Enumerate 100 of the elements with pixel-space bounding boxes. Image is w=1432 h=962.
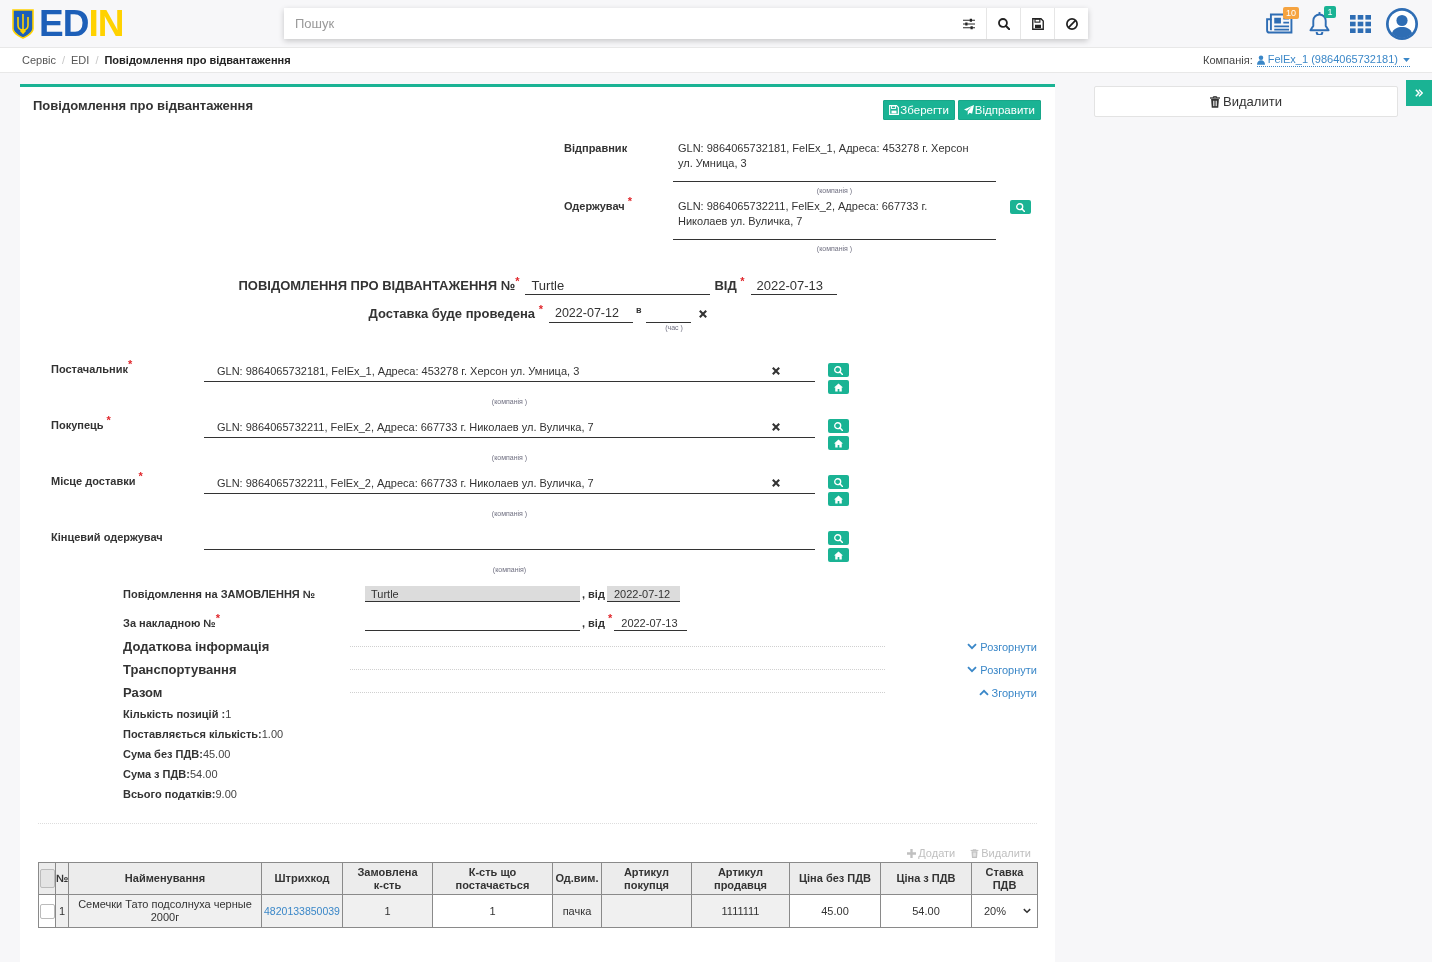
field-label: Кінцевий одержувач: [51, 530, 164, 545]
close-icon[interactable]: [772, 478, 780, 487]
barcode-link[interactable]: 4820133850039: [264, 904, 340, 917]
document-title: Повідомлення про відвантаження: [33, 98, 253, 114]
field-label: Повідомлення на ЗАМОВЛЕННЯ №: [123, 588, 317, 600]
close-icon[interactable]: [698, 309, 707, 318]
search-button[interactable]: [986, 8, 1020, 39]
company-label: Компанія:: [1203, 54, 1253, 66]
column-header: Ставка ПДВ: [971, 862, 1038, 895]
caret-icon: [1403, 57, 1410, 62]
party-field[interactable]: GLN: 9864065732211, FelEx_2, Адреса: 667733 г. Николаев ул. Вуличка, 7: [204, 416, 815, 438]
breadcrumb-link[interactable]: EDI: [71, 54, 90, 66]
column-header: Замовлена к-сть: [342, 862, 433, 895]
save-button[interactable]: [1020, 8, 1054, 39]
logo-text[interactable]: EDIN: [39, 7, 124, 40]
total-value: 9.00: [215, 788, 237, 800]
table-cell: пачка: [552, 894, 602, 928]
chevron-down-icon: [967, 643, 978, 650]
close-icon[interactable]: [772, 366, 780, 375]
checkbox[interactable]: [39, 903, 55, 919]
table-cell: 1111111: [691, 894, 790, 928]
party-field[interactable]: GLN: 9864065732181, FelEx_1, Адреса: 453278 г. Херсон ул. Умница, 3: [204, 360, 815, 382]
expand-link[interactable]: Розгорнути: [967, 640, 1037, 653]
search-icon: [834, 533, 843, 543]
section-title: Додаткова інформація: [123, 639, 271, 654]
home-button[interactable]: [828, 492, 849, 506]
double-chevron-icon: [1415, 89, 1423, 97]
section-title: Транспортування: [123, 662, 238, 677]
search-icon: [834, 421, 843, 431]
chevron-down-icon: [1023, 908, 1031, 914]
column-header: Од.вим.: [552, 862, 602, 895]
party-field[interactable]: GLN: 9864065732211, FelEx_2, Адреса: 667733 г. Николаев ул. Вуличка, 7: [673, 199, 996, 240]
total-value: 54.00: [189, 768, 218, 780]
cancel-button[interactable]: [1054, 8, 1088, 39]
table-cell: 1: [432, 894, 553, 928]
column-header: Артикул покупця: [601, 862, 692, 895]
chevron-up-icon: [978, 689, 989, 696]
chevron-down-icon: [967, 666, 978, 673]
date-field[interactable]: 2022-07-13: [750, 276, 837, 295]
column-header: Штрихкод: [261, 862, 343, 895]
breadcrumb-separator: /: [60, 54, 67, 66]
time-label: в: [635, 304, 642, 316]
grid-icon[interactable]: [1350, 14, 1371, 33]
total-label: Поставляється кількість:: [123, 728, 262, 740]
delivery-label: Доставка буде проведена $^{*}$: [368, 304, 543, 323]
field-label: Відправник: [564, 141, 629, 156]
company-selector[interactable]: FelEx_1 (9864065732181): [1256, 53, 1410, 67]
date-field[interactable]: 2022-07-13: [614, 615, 688, 631]
total-label: Всього податків:: [123, 788, 216, 800]
search-icon: [834, 365, 843, 375]
panel-toggle-button[interactable]: [1406, 80, 1432, 106]
checkbox[interactable]: [39, 869, 55, 888]
sliders-icon: [963, 17, 975, 30]
document-number-field[interactable]: Turtle: [525, 276, 711, 295]
trident-shield-icon: [12, 8, 34, 39]
expand-link[interactable]: Розгорнути: [967, 663, 1037, 676]
date-label: ВІД $^{*}$: [714, 277, 745, 295]
collapse-link[interactable]: Згорнути: [978, 686, 1037, 699]
user-icon: [1256, 54, 1265, 65]
table-cell: 45.00: [789, 894, 881, 928]
section-title: Разом: [123, 685, 164, 700]
delete-button[interactable]: Видалити: [1094, 86, 1398, 117]
total-label: Сума без ПДВ:: [123, 748, 203, 760]
date-field[interactable]: 2022-07-12: [548, 304, 633, 323]
document-number-label: ПОВІДОМЛЕННЯ ПРО ВІДВАНТАЖЕННЯ №$^{*}$: [238, 277, 520, 295]
home-button[interactable]: [828, 436, 849, 450]
column-header: Ціна з ПДВ: [880, 862, 972, 895]
column-header: Найменування: [68, 862, 262, 895]
party-field: GLN: 9864065732181, FelEx_1, Адреса: 453278 г. Херсон ул. Умница, 3: [673, 141, 996, 182]
trash-icon: [970, 848, 980, 858]
home-button[interactable]: [828, 548, 849, 562]
party-field[interactable]: GLN: 9864065732211, FelEx_2, Адреса: 667733 г. Николаев ул. Вуличка, 7: [204, 472, 815, 494]
breadcrumb-link[interactable]: Сервіс: [22, 54, 56, 66]
total-value: 1.00: [261, 728, 284, 740]
total-value: 1: [225, 708, 232, 720]
bell-icon: [1309, 12, 1330, 35]
close-icon[interactable]: [772, 422, 780, 431]
search-icon: [1016, 202, 1025, 212]
filter-button[interactable]: [952, 8, 986, 39]
table-cell: 1: [342, 894, 433, 928]
total-label: Кількість позицій :: [123, 708, 226, 720]
home-icon: [834, 438, 843, 448]
home-icon: [834, 382, 843, 392]
total-value: 45.00: [202, 748, 231, 760]
column-header: К-сть що постачається: [432, 862, 553, 895]
vat-select[interactable]: 20%: [974, 904, 1035, 918]
home-button[interactable]: [828, 380, 849, 394]
ban-icon: [1065, 17, 1078, 30]
column-header: Артикул продавця: [691, 862, 790, 895]
breadcrumb-separator: /: [94, 54, 100, 66]
total-label: Сума з ПДВ:: [123, 768, 190, 780]
search-field[interactable]: Пошук: [284, 8, 952, 39]
plus-icon: [907, 848, 917, 858]
search-icon: [997, 17, 1010, 30]
avatar-icon[interactable]: [1386, 7, 1418, 40]
trash-icon: [1210, 95, 1221, 108]
table-cell: Семечки Тато подсолнуха черные 2000г: [68, 894, 262, 928]
search-icon: [834, 477, 843, 487]
column-header: Ціна без ПДВ: [789, 862, 881, 895]
breadcrumb-link[interactable]: Повідомлення про відвантаження: [104, 54, 291, 66]
